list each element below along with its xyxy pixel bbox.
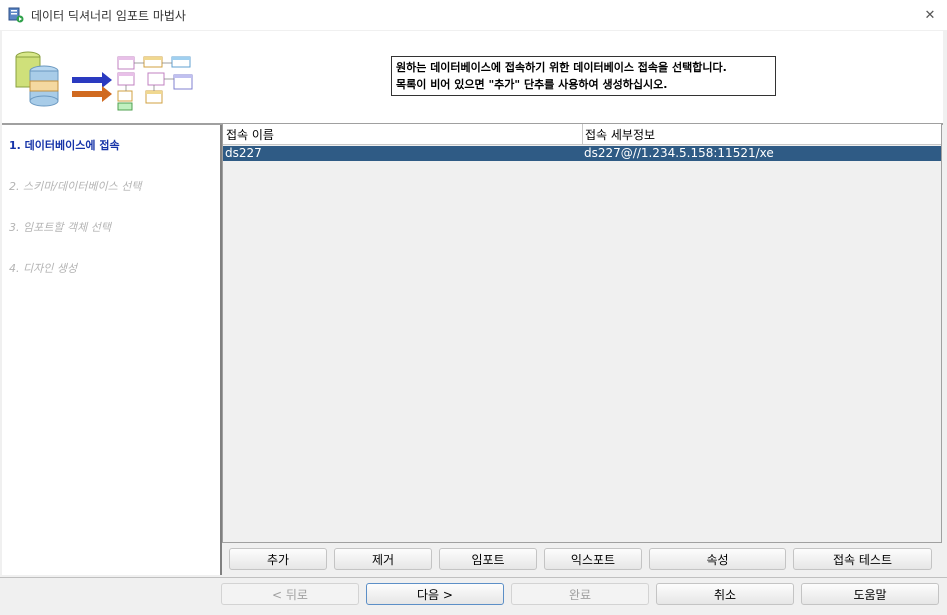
import-connection-button[interactable]: 임포트 (439, 548, 537, 570)
step-select-objects: 3. 임포트할 객체 선택 (9, 221, 111, 234)
database-import-illustration (14, 51, 212, 111)
remove-connection-button[interactable]: 제거 (334, 548, 432, 570)
column-header-connection-name[interactable]: 접속 이름 (226, 126, 274, 143)
close-icon: ✕ (924, 7, 936, 23)
step-select-schema: 2. 스키마/데이터베이스 선택 (9, 180, 142, 193)
instruction-line-2: 목록이 비어 있으면 "추가" 단추를 사용하여 생성하십시오. (396, 78, 668, 91)
table-header: 접속 이름 접속 세부정보 (223, 124, 941, 145)
column-header-connection-details[interactable]: 접속 세부정보 (585, 126, 655, 143)
add-connection-button[interactable]: 추가 (229, 548, 327, 570)
instruction-box: 원하는 데이터베이스에 접속하기 위한 데이터베이스 접속을 선택합니다. 목록… (391, 56, 776, 96)
connection-name-cell: ds227 (225, 146, 262, 160)
connection-details-cell: ds227@//1.234.5.158:11521/xe (584, 146, 774, 160)
instruction-line-1: 원하는 데이터베이스에 접속하기 위한 데이터베이스 접속을 선택합니다. (396, 61, 727, 74)
close-button[interactable]: ✕ (915, 3, 945, 27)
wizard-steps-panel: 1. 데이터베이스에 접속 2. 스키마/데이터베이스 선택 3. 임포트할 객… (2, 125, 222, 575)
footer-separator (0, 577, 947, 578)
properties-button[interactable]: 속성 (649, 548, 786, 570)
test-connection-button[interactable]: 접속 테스트 (793, 548, 932, 570)
next-button[interactable]: 다음 > (366, 583, 504, 605)
connection-table: 접속 이름 접속 세부정보 ds227 ds227@//1.234.5.158:… (222, 123, 942, 543)
wizard-header: 원하는 데이터베이스에 접속하기 위한 데이터베이스 접속을 선택합니다. 목록… (2, 31, 943, 125)
column-divider[interactable] (582, 124, 583, 144)
finish-button[interactable]: 완료 (511, 583, 649, 605)
title-bar: 데이터 딕셔너리 임포트 마법사 ✕ (0, 0, 947, 30)
export-connection-button[interactable]: 익스포트 (544, 548, 642, 570)
back-button[interactable]: < 뒤로 (221, 583, 359, 605)
table-row[interactable]: ds227 ds227@//1.234.5.158:11521/xe (223, 146, 941, 161)
window-title: 데이터 딕셔너리 임포트 마법사 (31, 9, 186, 23)
step-generate-design: 4. 디자인 생성 (9, 262, 78, 275)
cancel-button[interactable]: 취소 (656, 583, 794, 605)
wizard-app-icon (8, 7, 24, 23)
step-connect-database[interactable]: 1. 데이터베이스에 접속 (9, 137, 120, 153)
help-button[interactable]: 도움말 (801, 583, 939, 605)
